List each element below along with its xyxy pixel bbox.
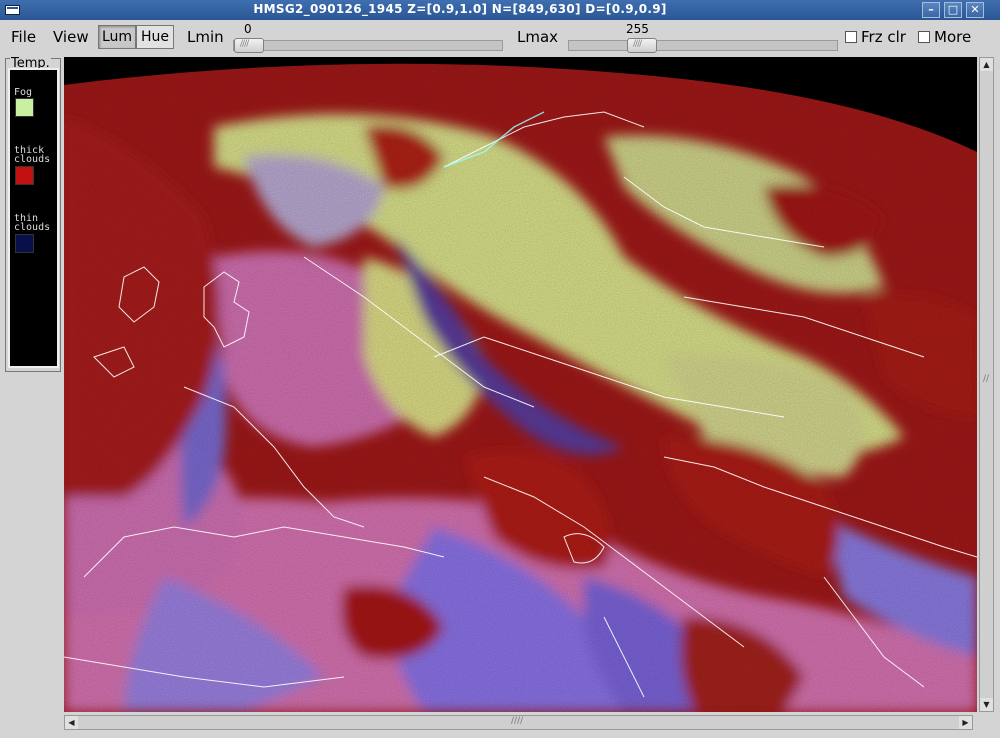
- menu-view[interactable]: View: [53, 28, 89, 46]
- legend-panel: Fog thick clouds thin clouds: [8, 68, 59, 368]
- window-title: HMSG2_090126_1945 Z=[0.9,1.0] N=[849,630…: [253, 2, 667, 16]
- lum-button[interactable]: Lum: [98, 25, 136, 49]
- scroll-down-arrow-icon[interactable]: ▼: [980, 698, 993, 711]
- menu-file[interactable]: File: [11, 28, 36, 46]
- legend-label-thin-clouds: thin clouds: [14, 213, 51, 233]
- title-bar: HMSG2_090126_1945 Z=[0.9,1.0] N=[849,630…: [0, 0, 1000, 20]
- legend-label-fog: Fog: [14, 87, 33, 98]
- satellite-image-view[interactable]: [64, 57, 977, 712]
- frz-clr-label: Frz clr: [861, 28, 906, 46]
- maximize-button[interactable]: □: [944, 2, 962, 18]
- more-label: More: [934, 28, 972, 46]
- frz-clr-checkbox[interactable]: [845, 31, 857, 43]
- scroll-right-arrow-icon[interactable]: ▶: [959, 716, 972, 729]
- lmax-value: 255: [626, 22, 649, 36]
- toolbar: File View Lum Hue Lmin 0 Lmax 255 Frz cl…: [0, 20, 1000, 56]
- scroll-up-arrow-icon[interactable]: ▲: [980, 58, 993, 71]
- lmin-slider[interactable]: [233, 38, 503, 53]
- legend-swatch-fog: [15, 98, 34, 117]
- scroll-left-arrow-icon[interactable]: ◀: [65, 716, 78, 729]
- lmax-slider[interactable]: [568, 38, 838, 53]
- lmin-label: Lmin: [187, 28, 224, 46]
- lmax-label: Lmax: [517, 28, 559, 46]
- minimize-button[interactable]: –: [922, 2, 940, 18]
- lmin-value: 0: [244, 22, 252, 36]
- vertical-scrollbar[interactable]: ▲ // ▼: [979, 57, 994, 712]
- horizontal-scrollbar[interactable]: ◀ //// ▶: [64, 715, 973, 730]
- satellite-image: [64, 57, 977, 712]
- horizontal-scroll-grip-icon[interactable]: ////: [511, 716, 523, 726]
- lmax-slider-handle[interactable]: [627, 38, 657, 53]
- close-button[interactable]: ✕: [966, 2, 984, 18]
- legend-label-thick-clouds: thick clouds: [14, 145, 51, 165]
- vertical-scroll-grip-icon[interactable]: //: [983, 374, 989, 384]
- hue-button[interactable]: Hue: [136, 25, 174, 49]
- lmin-slider-handle[interactable]: [234, 38, 264, 53]
- legend-swatch-thick-clouds: [15, 166, 34, 185]
- more-checkbox[interactable]: [918, 31, 930, 43]
- legend-swatch-thin-clouds: [15, 234, 34, 253]
